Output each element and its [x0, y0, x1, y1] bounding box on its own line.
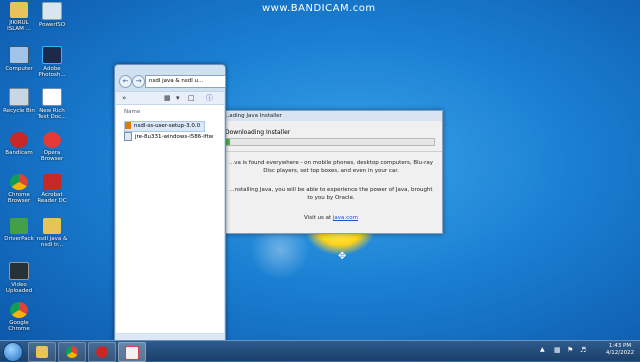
- folder-icon: [10, 2, 28, 18]
- desktop-icon-driverpack[interactable]: DriverPack: [2, 218, 36, 242]
- desktop-icon-photoshop[interactable]: Adobe Photosh...: [35, 46, 69, 78]
- desktop-icon-recycle-bin[interactable]: Recycle Bin: [2, 88, 36, 114]
- java-progress-bar: [225, 138, 435, 146]
- preview-pane-icon[interactable]: □: [188, 94, 195, 102]
- clock-time: 1:43 PM: [608, 343, 632, 349]
- disc-icon: [42, 2, 62, 20]
- desktop-icon-rich-text-doc[interactable]: New Rich Text Doc...: [35, 88, 69, 120]
- desktop-icon-user-folder[interactable]: JIKIRUL ISLAM ...: [2, 2, 36, 32]
- java-description-2: ...nstalling Java, you will be able to e…: [229, 187, 433, 201]
- video-icon: [9, 262, 29, 280]
- desktop: www.BANDICAM.com JIKIRUL ISLAM ... Power…: [0, 0, 640, 344]
- start-button[interactable]: [3, 342, 23, 362]
- java-visit-line: Visit us at java.com: [226, 214, 436, 222]
- java-visit-prefix: Visit us at: [304, 215, 332, 221]
- bandicam-icon: [96, 346, 108, 358]
- desktop-icon-video-uploaded[interactable]: Video Uploaded: [2, 262, 36, 294]
- taskbar-explorer-button[interactable]: [28, 342, 56, 362]
- column-header-name[interactable]: Name: [124, 109, 140, 115]
- taskbar: ▲ ▦ ⚑ ♬ 1:43 PM 4/12/2022: [0, 340, 640, 362]
- network-icon[interactable]: ▦: [554, 346, 561, 354]
- java-window-title[interactable]: ...ading Java Installer: [220, 111, 442, 121]
- back-button[interactable]: ←: [119, 75, 132, 88]
- file-item[interactable]: jre-8u331-windows-i586-iftw: [124, 132, 213, 141]
- watermark: www.BANDICAM.com: [262, 3, 376, 14]
- divider: [220, 151, 442, 152]
- explorer-window: ← → nsdl java & nsdl u... » ▦ ▾ □ ⓘ Name…: [114, 64, 226, 344]
- document-icon: [42, 88, 62, 106]
- java-description-1: ...va is found everywhere - on mobile ph…: [229, 160, 433, 174]
- bandicam-icon: [10, 132, 28, 148]
- file-list: Name nsdl-ss-user-setup-3.0.0 jre-8u331-…: [116, 105, 224, 333]
- chrome-icon: [10, 174, 28, 190]
- chevron-down-icon[interactable]: ▾: [176, 94, 180, 102]
- desktop-icon-bandicam[interactable]: Bandicam: [2, 132, 36, 156]
- clock[interactable]: 1:43 PM 4/12/2022: [603, 343, 637, 357]
- explorer-toolbar: » ▦ ▾ □ ⓘ: [116, 91, 224, 105]
- file-item[interactable]: nsdl-ss-user-setup-3.0.0: [124, 121, 206, 132]
- java-icon: [125, 346, 139, 360]
- chevron-up-icon[interactable]: ▲: [540, 346, 545, 353]
- taskbar-java-button[interactable]: [118, 342, 146, 362]
- taskbar-chrome-button[interactable]: [58, 342, 86, 362]
- flag-icon[interactable]: ⚑: [567, 346, 573, 354]
- driverpack-icon: [10, 218, 28, 234]
- chrome-icon: [10, 302, 28, 318]
- desktop-icon-nsdl-folder[interactable]: nsdl java & nsdl tr...: [35, 218, 69, 248]
- view-options-icon[interactable]: ▦: [164, 94, 171, 102]
- desktop-icon-chrome-browser[interactable]: Chrome Browser: [2, 174, 36, 204]
- photoshop-icon: [42, 46, 62, 64]
- desktop-icon-acrobat[interactable]: Acrobat Reader DC: [35, 174, 69, 204]
- java-progress-fill: [226, 139, 231, 145]
- desktop-icon-computer[interactable]: Computer: [2, 46, 36, 72]
- address-bar[interactable]: nsdl java & nsdl u...: [145, 75, 226, 88]
- system-tray: ▲ ▦ ⚑ ♬: [540, 346, 600, 356]
- recycle-bin-icon: [9, 88, 29, 106]
- java-heading: Downloading Installer: [225, 129, 291, 136]
- opera-icon: [43, 132, 61, 148]
- address-bar-row: ← → nsdl java & nsdl u...: [119, 74, 226, 88]
- desktop-icon-opera[interactable]: Opera Browser: [35, 132, 69, 162]
- java-installer-window: ...ading Java Installer Downloading Inst…: [219, 110, 443, 234]
- chrome-icon: [66, 346, 78, 358]
- acrobat-icon: [43, 174, 61, 190]
- more-icon[interactable]: »: [122, 94, 126, 102]
- forward-button[interactable]: →: [132, 75, 145, 88]
- computer-icon: [9, 46, 29, 64]
- volume-icon[interactable]: ♬: [580, 346, 586, 354]
- folder-icon: [43, 218, 61, 234]
- desktop-icon-poweriso[interactable]: PowerISO: [35, 2, 69, 28]
- installer-icon: [125, 122, 131, 129]
- java-file-icon: [124, 132, 132, 141]
- move-cursor-icon: ✥: [338, 251, 347, 262]
- java-link[interactable]: java.com: [333, 215, 358, 221]
- taskbar-bandicam-button[interactable]: [88, 342, 116, 362]
- desktop-icon-google-chrome[interactable]: Google Chrome: [2, 302, 36, 332]
- help-icon[interactable]: ⓘ: [206, 94, 213, 102]
- clock-date: 4/12/2022: [605, 350, 635, 356]
- folder-icon: [36, 346, 48, 358]
